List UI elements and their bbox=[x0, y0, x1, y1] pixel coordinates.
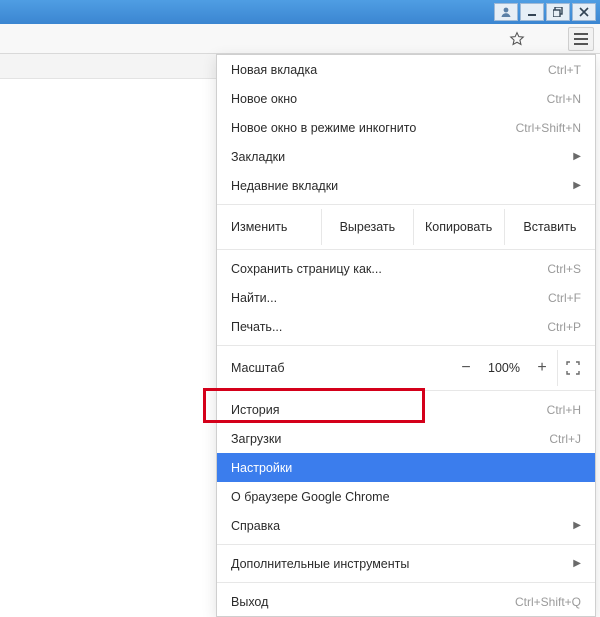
menu-label: Сохранить страницу как... bbox=[231, 262, 547, 276]
menu-shortcut: Ctrl+Shift+Q bbox=[515, 595, 581, 609]
edit-label: Изменить bbox=[217, 209, 321, 245]
minimize-button[interactable] bbox=[520, 3, 544, 21]
zoom-out-button[interactable]: − bbox=[451, 359, 481, 377]
menu-label: Недавние вкладки bbox=[231, 179, 573, 193]
menu-label: История bbox=[231, 403, 547, 417]
edit-paste-button[interactable]: Вставить bbox=[504, 209, 595, 245]
menu-label: Закладки bbox=[231, 150, 573, 164]
submenu-arrow-icon: ▶ bbox=[573, 151, 581, 162]
menu-recent-tabs[interactable]: Недавние вкладки ▶ bbox=[217, 171, 595, 200]
menu-shortcut: Ctrl+J bbox=[549, 432, 581, 446]
tab-content-stub bbox=[0, 54, 220, 79]
menu-label: Загрузки bbox=[231, 432, 549, 446]
menu-label: Новое окно в режиме инкогнито bbox=[231, 121, 516, 135]
menu-separator bbox=[217, 249, 595, 250]
menu-edit-row: Изменить Вырезать Копировать Вставить bbox=[217, 209, 595, 245]
menu-button[interactable] bbox=[568, 27, 594, 51]
menu-settings[interactable]: Настройки bbox=[217, 453, 595, 482]
menu-label: Новая вкладка bbox=[231, 63, 548, 77]
menu-separator bbox=[217, 345, 595, 346]
fullscreen-button[interactable] bbox=[557, 350, 587, 386]
window-titlebar bbox=[0, 0, 600, 24]
zoom-label: Масштаб bbox=[231, 361, 451, 375]
menu-separator bbox=[217, 390, 595, 391]
menu-label: О браузере Google Chrome bbox=[231, 490, 581, 504]
menu-label: Настройки bbox=[231, 461, 581, 475]
menu-shortcut: Ctrl+T bbox=[548, 63, 581, 77]
menu-shortcut: Ctrl+F bbox=[548, 291, 581, 305]
menu-new-tab[interactable]: Новая вкладка Ctrl+T bbox=[217, 55, 595, 84]
menu-shortcut: Ctrl+S bbox=[547, 262, 581, 276]
menu-help[interactable]: Справка ▶ bbox=[217, 511, 595, 540]
user-icon[interactable] bbox=[494, 3, 518, 21]
menu-new-incognito[interactable]: Новое окно в режиме инкогнито Ctrl+Shift… bbox=[217, 113, 595, 142]
close-button[interactable] bbox=[572, 3, 596, 21]
menu-label: Новое окно bbox=[231, 92, 547, 106]
submenu-arrow-icon: ▶ bbox=[573, 558, 581, 569]
chrome-main-menu: Новая вкладка Ctrl+T Новое окно Ctrl+N Н… bbox=[216, 54, 596, 617]
menu-shortcut: Ctrl+H bbox=[547, 403, 581, 417]
edit-cut-button[interactable]: Вырезать bbox=[321, 209, 412, 245]
menu-tools[interactable]: Дополнительные инструменты ▶ bbox=[217, 549, 595, 578]
submenu-arrow-icon: ▶ bbox=[573, 520, 581, 531]
menu-downloads[interactable]: Загрузки Ctrl+J bbox=[217, 424, 595, 453]
menu-shortcut: Ctrl+P bbox=[547, 320, 581, 334]
menu-label: Печать... bbox=[231, 320, 547, 334]
bookmark-star-icon[interactable] bbox=[504, 27, 530, 51]
menu-shortcut: Ctrl+N bbox=[547, 92, 581, 106]
menu-zoom-row: Масштаб − 100% + bbox=[217, 350, 595, 386]
edit-copy-button[interactable]: Копировать bbox=[413, 209, 504, 245]
menu-separator bbox=[217, 582, 595, 583]
menu-bookmarks[interactable]: Закладки ▶ bbox=[217, 142, 595, 171]
menu-label: Дополнительные инструменты bbox=[231, 557, 573, 571]
menu-about[interactable]: О браузере Google Chrome bbox=[217, 482, 595, 511]
menu-separator bbox=[217, 204, 595, 205]
menu-separator bbox=[217, 544, 595, 545]
browser-toolbar bbox=[0, 24, 600, 54]
menu-find[interactable]: Найти... Ctrl+F bbox=[217, 283, 595, 312]
restore-button[interactable] bbox=[546, 3, 570, 21]
menu-shortcut: Ctrl+Shift+N bbox=[516, 121, 581, 135]
menu-print[interactable]: Печать... Ctrl+P bbox=[217, 312, 595, 341]
menu-save-as[interactable]: Сохранить страницу как... Ctrl+S bbox=[217, 254, 595, 283]
menu-label: Найти... bbox=[231, 291, 548, 305]
zoom-in-button[interactable]: + bbox=[527, 359, 557, 377]
menu-label: Выход bbox=[231, 595, 515, 609]
zoom-percent: 100% bbox=[481, 361, 527, 375]
menu-exit[interactable]: Выход Ctrl+Shift+Q bbox=[217, 587, 595, 616]
menu-new-window[interactable]: Новое окно Ctrl+N bbox=[217, 84, 595, 113]
menu-history[interactable]: История Ctrl+H bbox=[217, 395, 595, 424]
submenu-arrow-icon: ▶ bbox=[573, 180, 581, 191]
menu-label: Справка bbox=[231, 519, 573, 533]
